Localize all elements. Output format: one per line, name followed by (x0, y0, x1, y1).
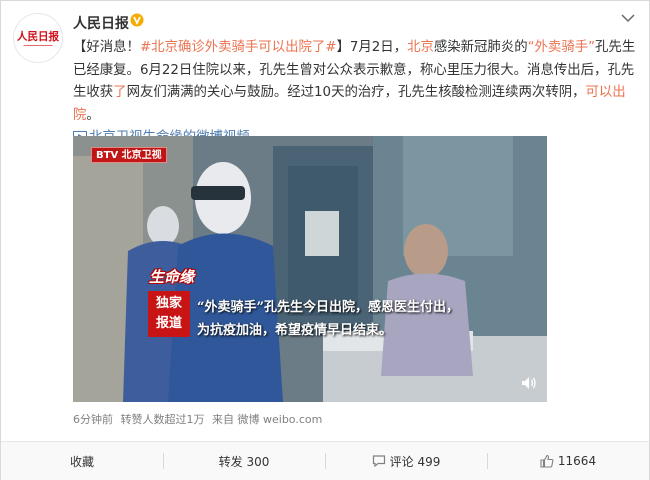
peoples-daily-logo: 人民日报 (14, 14, 62, 62)
volume-icon[interactable] (521, 376, 537, 390)
post-text-segment: 网友们满满的关心与鼓励。经过10天的治疗，孔先生核酸检测连续两次转阴， (126, 85, 586, 100)
svg-text:人民日报: 人民日报 (17, 30, 60, 43)
account-name[interactable]: 人民日报 (73, 13, 129, 33)
video-subtitle-line-2: 为抗疫加油，希望疫情早日结束。 (197, 323, 393, 338)
exclusive-line-1: 独家 (155, 296, 182, 311)
comment-button[interactable]: 评论 499 (325, 442, 487, 480)
post-text-segment: 】7月2日， (336, 40, 408, 55)
topic-hashtag-link[interactable]: #北京确诊外卖骑手可以出院了# (140, 40, 337, 55)
channel-logo: BTV 北京卫视 (91, 147, 167, 163)
comment-icon (372, 455, 385, 468)
repost-label: 转发 300 (218, 454, 270, 469)
video-player[interactable]: BTV 北京卫视 生命缘 独家 报道 “外卖骑手”孔先生今日出院，感恩医生付出，… (73, 136, 547, 402)
action-bar: 收藏 转发 300 评论 499 11664 (1, 441, 649, 480)
exclusive-report-badge: 独家 报道 (148, 291, 190, 337)
highlight-word: 了 (113, 85, 127, 100)
like-count: 11664 (557, 454, 597, 468)
post-text-segment: 。 (86, 107, 100, 123)
chevron-down-icon[interactable] (621, 13, 635, 23)
post-time[interactable]: 6分钟前 (73, 413, 113, 426)
like-button[interactable]: 11664 (487, 442, 649, 480)
thumbs-up-icon (540, 454, 554, 468)
post-text-segment: 【好消息！ (73, 40, 140, 55)
weibo-post-card: 人民日报 人民日报 【好消息！#北京确诊外卖骑手可以出院了#】7月2日，北京感染… (0, 0, 650, 480)
post-meta: 6分钟前 转赞人数超过1万 来自 微博 weibo.com (73, 411, 326, 427)
post-text: 【好消息！#北京确诊外卖骑手可以出院了#】7月2日，北京感染新冠肺炎的“外卖骑手… (73, 37, 641, 150)
repost-count-note: 转赞人数超过1万 (120, 413, 205, 426)
quote-highlight: “外卖骑手” (527, 40, 596, 55)
location-link[interactable]: 北京 (407, 40, 434, 55)
account-avatar[interactable]: 人民日报 (13, 13, 63, 63)
exclusive-line-2: 报道 (155, 316, 182, 331)
video-frame (73, 136, 547, 402)
video-subtitle-line-1: “外卖骑手”孔先生今日出院，感恩医生付出， (197, 300, 459, 315)
collect-label: 收藏 (69, 454, 94, 469)
post-text-segment: 感染新冠肺炎的 (433, 40, 528, 55)
program-title: 生命缘 (149, 268, 195, 286)
collect-button[interactable]: 收藏 (1, 442, 163, 480)
post-source[interactable]: 来自 微博 weibo.com (212, 413, 322, 426)
repost-button[interactable]: 转发 300 (163, 442, 325, 480)
comment-label: 评论 499 (389, 454, 441, 469)
verified-badge-icon (130, 13, 144, 27)
